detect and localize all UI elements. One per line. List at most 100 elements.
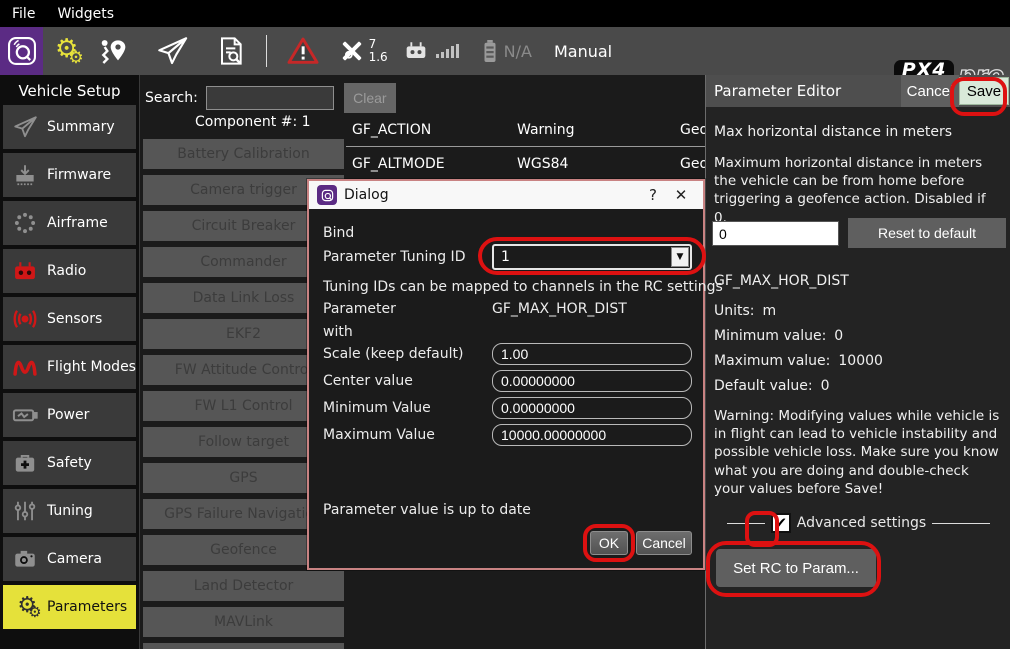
with-label: with	[323, 324, 353, 340]
scale-label: Scale (keep default)	[323, 346, 463, 362]
dialog-title: Dialog	[344, 187, 639, 203]
signal-waves-icon	[3, 305, 47, 333]
table-row[interactable]: GF_ALTMODE WGS84 Geof	[346, 147, 705, 181]
gps-status-button[interactable]: 7 1.6	[331, 27, 394, 75]
table-row[interactable]: GF_ACTION Warning Geof	[346, 113, 705, 147]
param-name: GF_ACTION	[352, 122, 517, 138]
dialog-titlebar[interactable]: Dialog ? ✕	[309, 181, 703, 209]
sidebar-item-label: Sensors	[47, 311, 102, 327]
group-mavlink[interactable]: MAVLink	[143, 607, 344, 637]
qgc-logo-icon	[3, 32, 41, 70]
maximum-value-input[interactable]	[492, 424, 692, 446]
advanced-settings-checkbox[interactable]: ✔	[771, 513, 791, 533]
fly-tab[interactable]	[142, 27, 202, 75]
center-value-label: Center value	[323, 373, 413, 389]
sidebar-item-label: Radio	[47, 263, 86, 279]
close-button[interactable]: ✕	[667, 186, 695, 204]
vehicle-messages-button[interactable]	[275, 27, 331, 75]
gears-icon: ⚙⚙	[3, 595, 47, 620]
sidebar-item-label: Parameters	[47, 599, 127, 615]
param-name-label: GF_MAX_HOR_DIST	[714, 273, 849, 289]
param-value: WGS84	[517, 156, 680, 172]
tuning-id-label: Parameter Tuning ID	[323, 249, 465, 265]
bind-label: Bind	[323, 225, 354, 241]
flight-mode-button[interactable]: Manual	[554, 42, 612, 61]
divider-line	[932, 523, 990, 524]
warning-triangle-icon	[287, 35, 319, 67]
gps-hdop: 1.6	[369, 51, 388, 64]
toolbar: ⚙⚙	[0, 27, 1010, 75]
minimum-value-row: Minimum value:0	[714, 328, 843, 344]
sidebar-item-firmware[interactable]: Firmware	[3, 153, 136, 197]
group-partial[interactable]	[143, 643, 344, 649]
set-rc-to-param-button[interactable]: Set RC to Param...	[716, 549, 876, 587]
parameter-name-value: GF_MAX_HOR_DIST	[492, 301, 627, 317]
editor-cancel-button[interactable]: Cancel	[901, 75, 959, 107]
chevron-down-icon[interactable]: ▼	[671, 247, 689, 267]
parameter-editor-header: Parameter Editor Cancel Save	[706, 75, 1010, 107]
analyze-tab[interactable]	[202, 27, 258, 75]
search-label: Search:	[145, 90, 198, 106]
battery-pulse-icon	[3, 401, 47, 429]
sidebar-item-flight-modes[interactable]: Flight Modes	[3, 345, 136, 389]
dotted-circle-icon	[3, 210, 47, 236]
menu-widgets[interactable]: Widgets	[57, 6, 114, 22]
vehicle-setup-sidebar: Vehicle Setup Summary Firmware Airframe	[0, 75, 140, 649]
rc-rssi-button[interactable]	[394, 27, 473, 75]
paper-plane-icon	[154, 34, 190, 68]
help-button[interactable]: ?	[639, 186, 667, 204]
units-row: Units:m	[714, 303, 776, 319]
maximum-value-row: Maximum value:10000	[714, 353, 883, 369]
sidebar-item-airframe[interactable]: Airframe	[3, 201, 136, 245]
advanced-settings-row: ✔ Advanced settings	[706, 513, 1010, 533]
clear-button[interactable]: Clear	[344, 83, 396, 113]
plan-tab[interactable]	[86, 27, 142, 75]
minimum-value-input[interactable]	[492, 397, 692, 419]
tuning-id-value: 1	[494, 249, 671, 265]
qgroundcontrol-window: File Widgets ⚙⚙	[0, 0, 1010, 649]
search-input[interactable]	[206, 86, 334, 110]
sidebar-item-camera[interactable]: Camera	[3, 537, 136, 581]
panel-title: Parameter Editor	[706, 82, 901, 100]
group-battery-calibration[interactable]: Battery Calibration	[143, 139, 344, 169]
battery-icon	[479, 37, 501, 65]
scale-input[interactable]	[492, 343, 692, 365]
reset-to-default-button[interactable]: Reset to default	[848, 218, 1006, 248]
vehicle-setup-tab[interactable]: ⚙⚙	[43, 27, 86, 75]
tuning-id-dropdown[interactable]: 1 ▼	[492, 244, 692, 270]
group-land-detector[interactable]: Land Detector	[143, 571, 344, 601]
sliders-icon	[3, 498, 47, 524]
center-value-input[interactable]	[492, 370, 692, 392]
sidebar-item-label: Flight Modes	[47, 359, 136, 375]
sidebar-item-safety[interactable]: Safety	[3, 441, 136, 485]
sidebar-item-label: Firmware	[47, 167, 111, 183]
sidebar-item-summary[interactable]: Summary	[3, 105, 136, 149]
battery-status-button[interactable]: N/A	[473, 27, 538, 75]
menu-file[interactable]: File	[12, 6, 35, 22]
menubar: File Widgets	[0, 0, 1010, 27]
ok-button[interactable]: OK	[590, 531, 628, 555]
log-document-icon	[214, 34, 246, 68]
param-group: Geof	[680, 156, 705, 172]
sidebar-item-label: Camera	[47, 551, 102, 567]
camera-icon	[3, 546, 47, 572]
param-value: Warning	[517, 122, 680, 138]
sidebar-item-power[interactable]: Power	[3, 393, 136, 437]
default-value-row: Default value:0	[714, 378, 829, 394]
qgc-logo-button[interactable]	[0, 27, 43, 75]
sidebar-title: Vehicle Setup	[0, 75, 139, 105]
sidebar-item-radio[interactable]: Radio	[3, 249, 136, 293]
param-name: GF_ALTMODE	[352, 156, 517, 172]
component-label: Component #: 1	[195, 114, 311, 130]
sidebar-item-label: Tuning	[47, 503, 93, 519]
sidebar-item-parameters[interactable]: ⚙⚙ Parameters	[3, 585, 136, 629]
sidebar-item-tuning[interactable]: Tuning	[3, 489, 136, 533]
rc-remote-icon	[402, 37, 430, 65]
toolbar-divider	[266, 35, 267, 67]
sidebar-item-sensors[interactable]: Sensors	[3, 297, 136, 341]
dialog-cancel-button[interactable]: Cancel	[636, 531, 692, 555]
gears-icon: ⚙⚙	[55, 36, 74, 67]
editor-save-button[interactable]: Save	[959, 77, 1009, 105]
param-value-input[interactable]	[712, 221, 839, 246]
param-short-description: Max horizontal distance in meters	[714, 123, 1002, 142]
